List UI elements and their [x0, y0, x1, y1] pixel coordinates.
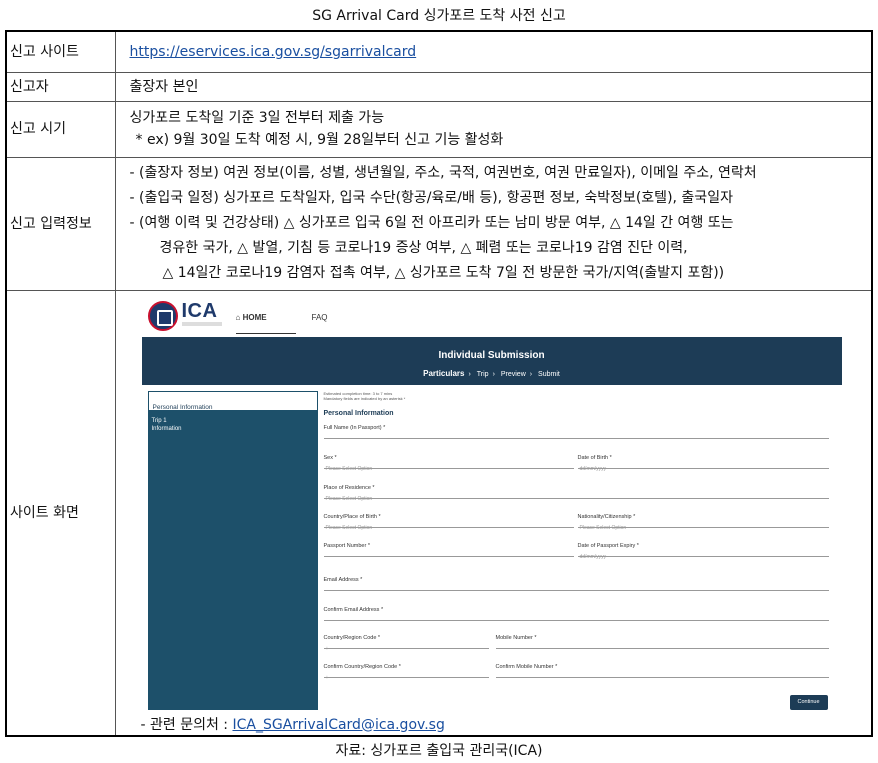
input-line: 경유한 국가, △ 발열, 기침 등 코로나19 증상 여부, △ 폐렴 또는 … — [159, 240, 688, 256]
info-table: 신고 사이트 https://eservices.ica.gov.sg/sgar… — [5, 30, 873, 737]
input-line: - (출입국 일정) 싱가포르 도착일자, 입국 수단(항공/육로/배 등), … — [129, 190, 733, 206]
form-sidebar: Personal Information Trip 1 Information — [147, 390, 318, 710]
step-submit: Submit — [538, 370, 560, 378]
row-timing: 신고 시기 싱가포르 도착일 기준 3일 전부터 제출 가능 * ex) 9월 … — [5, 100, 873, 158]
source-note: 자료: 싱가포르 출입국 관리국(ICA) — [335, 743, 543, 759]
email-field[interactable]: Email Address * — [323, 569, 829, 591]
mobile-field[interactable]: Mobile Number * — [495, 627, 829, 649]
country-birth-select[interactable]: Country/Place of Birth * Please Select Op… — [323, 506, 574, 531]
residence-select[interactable]: Place of Residence * Please Select Option — [323, 477, 829, 502]
site-link[interactable]: https://eservices.ica.gov.sg/sgarrivalca… — [130, 44, 417, 60]
document-title: SG Arrival Card 싱가포르 도착 사전 신고 — [312, 8, 566, 24]
input-line: - (여행 이력 및 건강상태) △ 싱가포르 입국 6일 전 아프리카 또는 … — [129, 215, 734, 231]
home-icon: ⌂ — [235, 312, 243, 322]
passport-expiry-field[interactable]: Date of Passport Expiry * dd/mm/yyyy — [577, 535, 829, 560]
contact-line: - 관련 문의처 : ICA_SGArrivalCard@ica.gov.sg — [141, 714, 445, 736]
row-screen: 사이트 화면 ICA ⌂ HOME FAQ Individual Submiss… — [5, 289, 873, 737]
confirm-mobile-field[interactable]: Confirm Mobile Number * — [495, 656, 829, 678]
ica-logo-text: ICA — [181, 299, 218, 322]
step-preview: Preview — [500, 370, 526, 378]
ica-logo-subtext — [181, 321, 222, 326]
input-line: △ 14일간 코로나19 감염자 접촉 여부, △ 싱가포르 도착 7일 전 방… — [162, 265, 725, 281]
nationality-select[interactable]: Nationality/Citizenship * Please Select O… — [577, 506, 829, 531]
reporter-label: 신고자 — [5, 71, 116, 102]
input-label: 신고 입력정보 — [5, 156, 116, 291]
step-trip: Trip — [476, 370, 489, 378]
contact-email-link[interactable]: ICA_SGArrivalCard@ica.gov.sg — [232, 717, 444, 733]
timing-label: 신고 시기 — [5, 100, 116, 158]
site-label: 신고 사이트 — [5, 30, 116, 73]
timing-line-2: * ex) 9월 30일 도착 예정 시, 9월 28일부터 신고 기능 활성화 — [135, 132, 504, 148]
screen-label: 사이트 화면 — [5, 289, 116, 737]
sidebar-item-personal[interactable]: Personal Information — [147, 390, 318, 411]
ica-header: ICA ⌂ HOME FAQ — [142, 295, 842, 335]
confirm-email-field[interactable]: Confirm Email Address * — [323, 599, 829, 621]
mandatory-note: Mandatory fields are indicated by an ast… — [323, 395, 406, 401]
site-screenshot: ICA ⌂ HOME FAQ Individual Submission Par… — [141, 294, 842, 710]
contact-prefix: - 관련 문의처 : — [140, 716, 233, 733]
ica-logo-icon — [147, 300, 178, 331]
reporter-value: 출장자 본인 — [114, 71, 873, 102]
row-reporter: 신고자 출장자 본인 — [5, 71, 873, 102]
sidebar-item-trip[interactable]: Trip 1 Information — [152, 417, 182, 433]
passport-number-field[interactable]: Passport Number * — [323, 535, 574, 557]
full-name-field[interactable]: Full Name (In Passport) * — [323, 417, 829, 439]
nav-faq[interactable]: FAQ — [312, 307, 328, 329]
step-particulars: Particulars — [423, 368, 465, 378]
step-indicator: Particulars › Trip › Preview › Submit — [423, 368, 560, 378]
nav-home[interactable]: ⌂ HOME — [235, 307, 296, 334]
sex-select[interactable]: Sex * Please Select Option — [323, 447, 574, 472]
row-input: 신고 입력정보 - (출장자 정보) 여권 정보(이름, 성별, 생년월일, 주… — [5, 156, 873, 291]
personal-form: Estimated completion time: 3 to 7 mins M… — [323, 391, 829, 710]
submission-banner: Individual Submission Particulars › Trip ›… — [141, 336, 842, 385]
row-site: 신고 사이트 https://eservices.ica.gov.sg/sgar… — [5, 30, 873, 73]
region-code-field[interactable]: Country/Region Code * + — [323, 627, 489, 652]
timing-line-1: 싱가포르 도착일 기준 3일 전부터 제출 가능 — [129, 110, 385, 126]
dob-field[interactable]: Date of Birth * dd/mm/yyyy — [577, 447, 829, 472]
continue-button[interactable]: Continue — [789, 694, 828, 710]
confirm-region-field[interactable]: Confirm Country/Region Code * + — [323, 656, 489, 681]
input-line: - (출장자 정보) 여권 정보(이름, 성별, 생년월일, 주소, 국적, 여… — [129, 165, 757, 181]
